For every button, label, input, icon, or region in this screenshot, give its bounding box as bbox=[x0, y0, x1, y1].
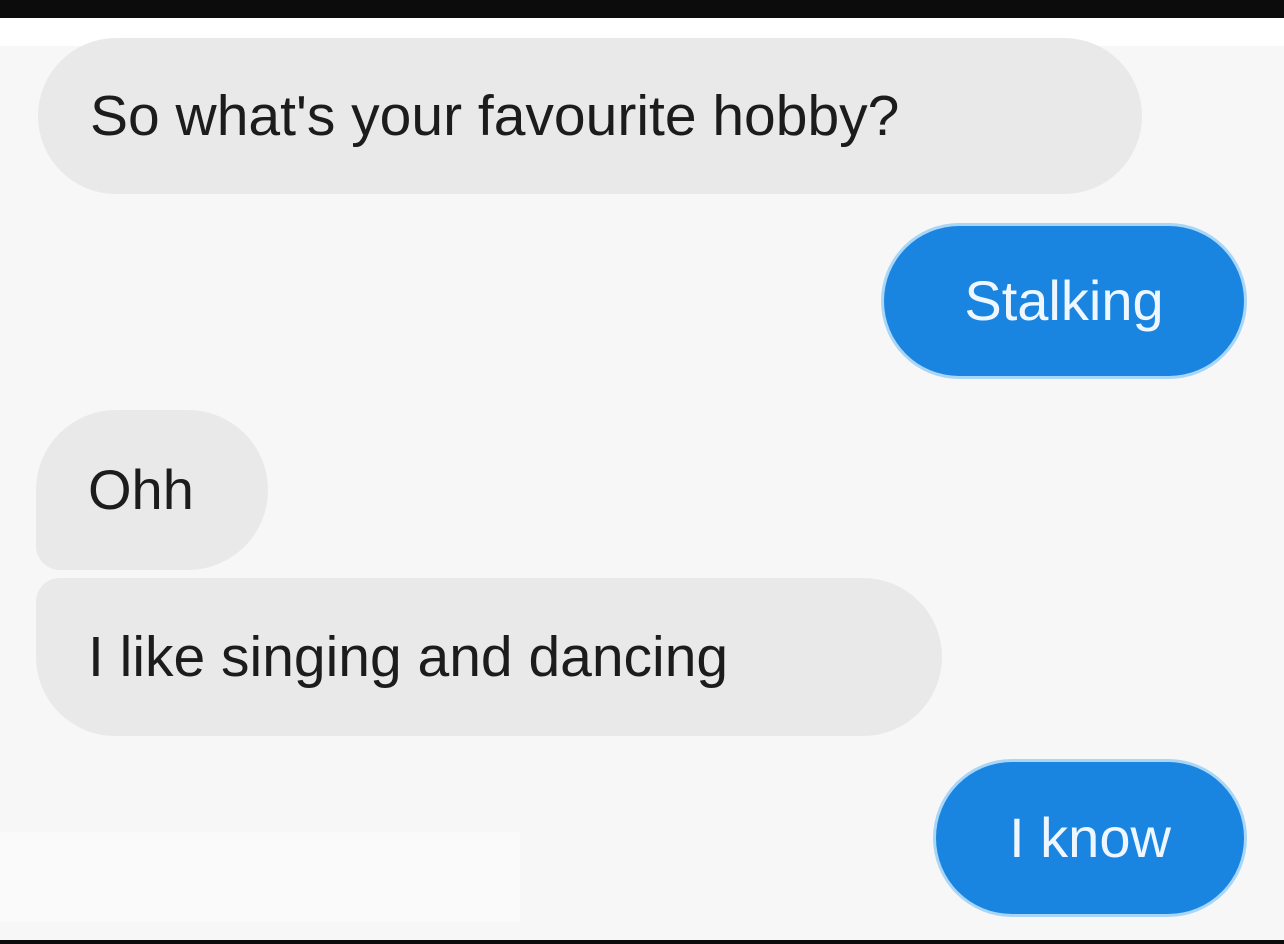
outgoing-message-bubble[interactable]: Stalking bbox=[884, 226, 1244, 376]
incoming-message-bubble[interactable]: Ohh bbox=[36, 410, 268, 570]
incoming-message-bubble[interactable]: So what's your favourite hobby? bbox=[38, 38, 1142, 194]
blurred-area bbox=[0, 832, 520, 922]
message-text: I like singing and dancing bbox=[88, 624, 729, 689]
top-bar bbox=[0, 0, 1284, 18]
message-text: So what's your favourite hobby? bbox=[90, 83, 900, 148]
outgoing-message-bubble[interactable]: I know bbox=[936, 762, 1244, 914]
incoming-message-bubble[interactable]: I like singing and dancing bbox=[36, 578, 942, 736]
message-text: Stalking bbox=[964, 269, 1164, 332]
chat-screen: So what's your favourite hobby? Stalking… bbox=[0, 0, 1284, 944]
bottom-bar bbox=[0, 940, 1284, 944]
message-text: Ohh bbox=[88, 458, 194, 521]
message-text: I know bbox=[1009, 806, 1171, 869]
